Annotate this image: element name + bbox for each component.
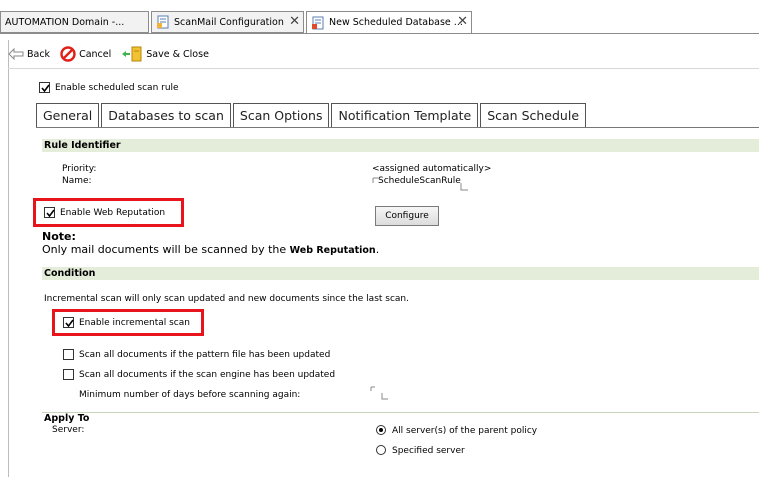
field-brackets-icon <box>370 386 388 400</box>
tab-label: Databases to scan <box>108 108 224 123</box>
tab-general[interactable]: General <box>36 103 100 127</box>
note-text: Only mail documents will be scanned by t… <box>42 243 379 256</box>
configure-button[interactable]: Configure <box>375 206 439 226</box>
enable-web-reputation-label: Enable Web Reputation <box>60 208 166 218</box>
check-icon <box>65 319 74 328</box>
all-servers-label: All server(s) of the parent policy <box>392 426 538 436</box>
tab-notification-template[interactable]: Notification Template <box>331 103 479 127</box>
note-text-body: Only mail documents will be scanned by t… <box>42 243 290 256</box>
save-close-icon <box>122 46 142 62</box>
save-close-label: Save & Close <box>146 48 209 60</box>
back-button[interactable]: Back <box>8 48 50 60</box>
toolbar-divider <box>8 68 759 69</box>
configure-label: Configure <box>385 211 429 221</box>
min-days-label: Minimum number of days before scanning a… <box>79 390 301 400</box>
enable-incremental-scan-checkbox[interactable] <box>63 317 74 328</box>
note-text-end: . <box>375 243 380 256</box>
cancel-label: Cancel <box>79 48 112 60</box>
server-label: Server: <box>52 425 85 435</box>
apply-to-header: Apply To <box>44 413 90 424</box>
enable-web-reputation-checkbox[interactable] <box>44 207 55 218</box>
window-tab-scanmail-configuration[interactable]: ScanMail Configuration ✕ <box>151 11 304 33</box>
back-arrow-icon <box>8 48 24 60</box>
enable-incremental-scan-label: Enable incremental scan <box>79 318 190 328</box>
tab-scan-schedule[interactable]: Scan Schedule <box>480 103 587 127</box>
window-tab-label: ScanMail Configuration <box>174 16 284 28</box>
check-icon <box>46 209 55 218</box>
check-icon <box>41 84 50 93</box>
engine-updated-label: Scan all documents if the scan engine ha… <box>79 370 336 380</box>
settings-tabs: General Databases to scan Scan Options N… <box>36 103 588 127</box>
name-label: Name: <box>62 176 92 186</box>
condition-description: Incremental scan will only scan updated … <box>44 294 409 304</box>
document-icon <box>311 16 325 30</box>
priority-value: <assigned automatically> <box>372 164 492 174</box>
window-tab-new-scheduled-database[interactable]: New Scheduled Database ... ✕ <box>306 11 472 34</box>
tab-scan-options[interactable]: Scan Options <box>232 103 330 127</box>
window-tab-label: AUTOMATION Domain -... <box>5 16 125 28</box>
all-servers-radio[interactable] <box>376 425 386 435</box>
priority-label: Priority: <box>62 164 97 174</box>
window-tab-strip: AUTOMATION Domain -... ScanMail Configur… <box>0 0 759 40</box>
tab-label: Notification Template <box>338 108 472 123</box>
cancel-button[interactable]: Cancel <box>60 46 111 62</box>
enable-rule-label: Enable scheduled scan rule <box>55 83 179 93</box>
rule-name-field[interactable]: ScheduleScanRule <box>378 176 461 186</box>
cancel-icon <box>60 46 76 62</box>
tab-label: Scan Schedule <box>487 108 580 123</box>
field-bracket-right-icon <box>460 183 468 191</box>
condition-header: Condition <box>42 267 759 280</box>
enable-rule-checkbox[interactable] <box>39 82 50 93</box>
rule-identifier-header: Rule Identifier <box>42 139 759 152</box>
window-tab-label: New Scheduled Database ... <box>329 17 463 28</box>
apply-to-divider <box>42 412 759 413</box>
pattern-updated-label: Scan all documents if the pattern file h… <box>79 350 331 360</box>
left-border <box>8 40 9 477</box>
tab-underline <box>36 127 759 128</box>
back-label: Back <box>27 48 51 60</box>
close-tab-icon[interactable]: ✕ <box>289 15 300 29</box>
specified-server-label: Specified server <box>392 446 465 456</box>
close-tab-icon[interactable]: ✕ <box>457 15 468 29</box>
window-tab-automation-domain[interactable]: AUTOMATION Domain -... <box>0 11 149 33</box>
tab-label: Scan Options <box>239 108 323 123</box>
pattern-updated-checkbox[interactable] <box>63 349 74 360</box>
document-icon <box>156 15 170 29</box>
save-close-button[interactable]: Save & Close <box>121 46 209 62</box>
tab-label: General <box>43 108 93 123</box>
tab-databases-to-scan[interactable]: Databases to scan <box>101 103 231 127</box>
engine-updated-checkbox[interactable] <box>63 369 74 380</box>
note-title: Note: <box>42 230 76 243</box>
note-text-bold: Web Reputation <box>289 245 376 256</box>
toolbar: Back Cancel Save & Close <box>8 40 759 68</box>
tab-strip-divider <box>0 33 759 34</box>
min-days-field[interactable] <box>370 386 390 400</box>
specified-server-radio[interactable] <box>376 445 386 455</box>
